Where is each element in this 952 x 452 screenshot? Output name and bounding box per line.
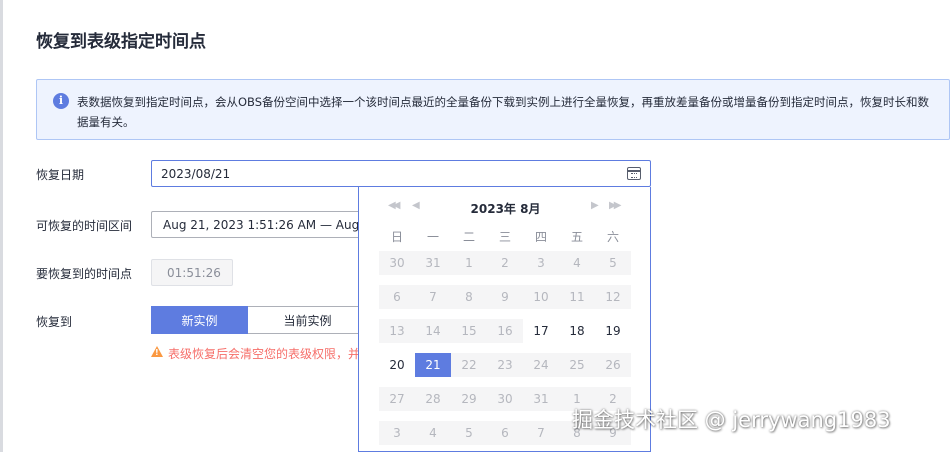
calendar-day: 3 <box>523 251 559 275</box>
calendar-month-title: 2023年 8月 <box>470 202 541 216</box>
weekday-label: 四 <box>534 230 547 244</box>
calendar-day: 13 <box>379 319 415 343</box>
calendar-day: 3 <box>379 421 415 445</box>
restore-range-field: Aug 21, 2023 1:51:26 AM — Aug 21, 2023 1… <box>151 211 371 238</box>
current-instance-button[interactable]: 当前实例 <box>248 306 368 334</box>
calendar-day: 15 <box>451 319 487 343</box>
info-text: 表数据恢复到指定时间点，会从OBS备份空间中选择一个该时间点最近的全量备份下载到… <box>77 95 930 129</box>
restore-time-input[interactable]: 01:51:26 <box>151 259 233 286</box>
calendar-day: 8 <box>451 285 487 309</box>
calendar-day: 5 <box>451 421 487 445</box>
restore-to-label: 恢复到 <box>36 315 73 329</box>
restore-date-input[interactable]: 2023/08/21 <box>151 160 651 187</box>
watermark: 掘金技术社区 @ jerrywang1983 <box>572 408 891 432</box>
calendar-day: 10 <box>523 285 559 309</box>
next-year-icon[interactable]: ▶▶ <box>609 200 622 211</box>
calendar-day: 29 <box>451 387 487 411</box>
calendar-day: 5 <box>595 251 631 275</box>
calendar-day: 31 <box>415 251 451 275</box>
restore-date-label: 恢复日期 <box>36 168 85 182</box>
weekday-label: 日 <box>390 230 403 244</box>
calendar-day: 27 <box>379 387 415 411</box>
panel-left-border <box>0 0 3 452</box>
calendar-day: 11 <box>559 285 595 309</box>
weekday-label: 一 <box>426 230 439 244</box>
restore-range-value: Aug 21, 2023 1:51:26 AM — Aug 21, 2023 1… <box>163 218 370 232</box>
calendar-day: 26 <box>595 353 631 377</box>
calendar-day: 9 <box>487 285 523 309</box>
calendar-icon[interactable] <box>627 167 641 180</box>
next-month-icon[interactable]: ▶ <box>591 200 599 211</box>
calendar-day: 24 <box>523 353 559 377</box>
calendar-day: 4 <box>559 251 595 275</box>
calendar-day: 2 <box>487 251 523 275</box>
restore-time-value: 01:51:26 <box>167 266 221 280</box>
calendar-day: 31 <box>523 387 559 411</box>
calendar-day[interactable]: 20 <box>379 353 415 377</box>
calendar-day: 14 <box>415 319 451 343</box>
calendar-day-selected[interactable]: 21 <box>415 353 451 377</box>
calendar-day[interactable]: 18 <box>559 319 595 343</box>
weekday-label: 二 <box>462 230 475 244</box>
calendar-day: 6 <box>379 285 415 309</box>
warning-message: ! 表级恢复后会清空您的表级权限，并 <box>151 345 361 361</box>
calendar-day: 28 <box>415 387 451 411</box>
calendar-day: 7 <box>415 285 451 309</box>
calendar-day: 30 <box>379 251 415 275</box>
calendar-day[interactable]: 17 <box>523 319 559 343</box>
new-instance-button[interactable]: 新实例 <box>151 306 248 334</box>
calendar-day: 16 <box>487 319 523 343</box>
calendar-day: 12 <box>595 285 631 309</box>
restore-time-label: 要恢复到的时间点 <box>36 267 133 281</box>
calendar-day: 1 <box>451 251 487 275</box>
calendar-day: 23 <box>487 353 523 377</box>
warning-icon: ! <box>151 346 163 357</box>
calendar-day: 25 <box>559 353 595 377</box>
calendar-day[interactable]: 19 <box>595 319 631 343</box>
warning-text: 表级恢复后会清空您的表级权限，并 <box>168 347 361 361</box>
info-banner: i 表数据恢复到指定时间点，会从OBS备份空间中选择一个该时间点最近的全量备份下… <box>36 79 950 140</box>
calendar-day: 30 <box>487 387 523 411</box>
info-icon: i <box>53 93 69 109</box>
restore-date-value: 2023/08/21 <box>161 167 231 181</box>
calendar-day: 7 <box>523 421 559 445</box>
restore-range-label: 可恢复的时间区间 <box>36 219 133 233</box>
calendar-day: 6 <box>487 421 523 445</box>
page-title: 恢复到表级指定时间点 <box>36 32 206 52</box>
weekday-label: 五 <box>570 230 583 244</box>
calendar-day: 4 <box>415 421 451 445</box>
weekday-label: 六 <box>606 230 619 244</box>
weekday-label: 三 <box>498 230 511 244</box>
calendar-day: 22 <box>451 353 487 377</box>
